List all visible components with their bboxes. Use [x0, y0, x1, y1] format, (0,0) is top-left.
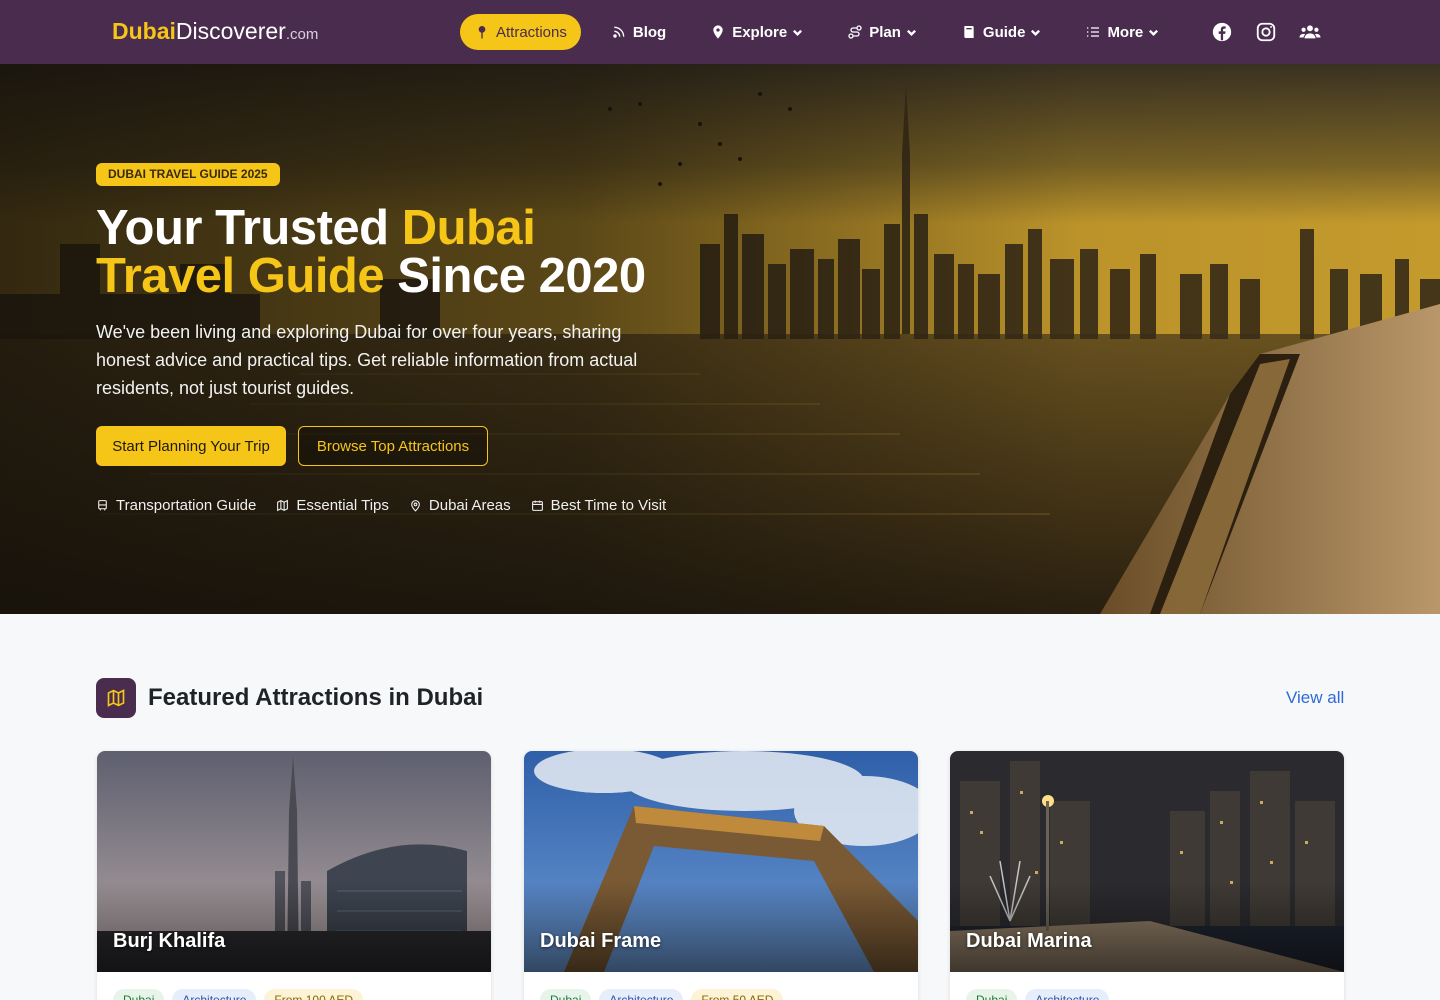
hero-section: DUBAI TRAVEL GUIDE 2025 Your Trusted Dub…	[0, 64, 1440, 614]
tag-location: Dubai	[966, 989, 1018, 1000]
map-pin-icon	[478, 26, 486, 39]
hero-badge: DUBAI TRAVEL GUIDE 2025	[96, 163, 280, 186]
tag-category: Architecture	[599, 989, 684, 1000]
card-tags: Dubai Architecture	[966, 989, 1117, 1000]
view-all-link[interactable]: View all	[1286, 688, 1344, 708]
facebook-icon	[1212, 22, 1232, 42]
chevron-down-icon	[1149, 29, 1159, 36]
hero-quick-links: Transportation Guide Essential Tips Duba…	[96, 497, 686, 514]
attraction-card-dubai-frame[interactable]: Dubai Frame Dubai Architecture From 50 A…	[524, 751, 918, 1000]
route-icon	[848, 25, 862, 39]
hero-title: Your Trusted Dubai Travel Guide Since 20…	[96, 201, 646, 303]
tag-location: Dubai	[540, 989, 592, 1000]
location-pin-icon	[713, 25, 723, 39]
chevron-down-icon	[906, 29, 916, 36]
navbar: DubaiDiscoverer.com Attractions Blog Exp…	[0, 0, 1440, 64]
quick-link-areas[interactable]: Dubai Areas	[409, 497, 511, 514]
nav-item-attractions[interactable]: Attractions	[460, 14, 581, 50]
card-title: Dubai Frame	[540, 930, 662, 952]
card-title: Dubai Marina	[966, 930, 1092, 952]
tag-price: From 50 AED	[691, 989, 784, 1000]
calendar-icon	[531, 500, 543, 511]
facebook-link[interactable]	[1210, 20, 1234, 44]
start-planning-button[interactable]: Start Planning Your Trip	[96, 426, 286, 466]
quick-link-best-time[interactable]: Best Time to Visit	[531, 497, 666, 514]
nav-item-plan[interactable]: Plan	[833, 14, 931, 50]
community-link[interactable]	[1298, 20, 1322, 44]
chevron-down-icon	[793, 29, 803, 36]
location-pin-icon	[411, 500, 420, 512]
card-image-overlay	[97, 881, 491, 972]
map-icon	[107, 689, 125, 707]
bus-icon	[98, 500, 107, 511]
main-nav: Attractions Blog Explore Plan Guide More	[460, 14, 1189, 50]
featured-title: Featured Attractions in Dubai	[148, 684, 484, 711]
nav-item-guide[interactable]: Guide	[947, 14, 1056, 50]
featured-section-icon	[96, 678, 136, 718]
nav-item-blog[interactable]: Blog	[597, 14, 680, 50]
attraction-card-dubai-marina[interactable]: Dubai Marina Dubai Architecture	[950, 751, 1344, 1000]
card-image-overlay	[950, 881, 1344, 972]
card-title: Burj Khalifa	[113, 930, 226, 952]
quick-link-tips[interactable]: Essential Tips	[276, 497, 389, 514]
instagram-link[interactable]	[1254, 20, 1278, 44]
nav-item-explore[interactable]: Explore	[696, 14, 817, 50]
tag-category: Architecture	[1025, 989, 1110, 1000]
chevron-down-icon	[1031, 29, 1041, 36]
card-tags: Dubai Architecture From 100 AED	[113, 989, 371, 1000]
card-tags: Dubai Architecture From 50 AED	[540, 989, 791, 1000]
list-icon	[1087, 27, 1100, 37]
card-image-overlay	[524, 881, 918, 972]
site-logo[interactable]: DubaiDiscoverer.com	[112, 17, 318, 49]
tag-category: Architecture	[172, 989, 257, 1000]
social-links	[1210, 20, 1342, 44]
quick-link-transportation[interactable]: Transportation Guide	[96, 497, 256, 514]
map-icon	[277, 499, 289, 512]
community-icon	[1299, 25, 1321, 39]
nav-item-more[interactable]: More	[1071, 14, 1173, 50]
attraction-card-burj-khalifa[interactable]: Burj Khalifa Dubai Architecture From 100…	[97, 751, 491, 1000]
rss-icon	[613, 26, 625, 38]
tag-price: From 100 AED	[264, 989, 364, 1000]
instagram-icon	[1256, 22, 1276, 42]
book-icon	[964, 26, 974, 38]
tag-location: Dubai	[113, 989, 165, 1000]
hero-description: We've been living and exploring Dubai fo…	[96, 322, 638, 398]
browse-attractions-button[interactable]: Browse Top Attractions	[298, 426, 488, 466]
